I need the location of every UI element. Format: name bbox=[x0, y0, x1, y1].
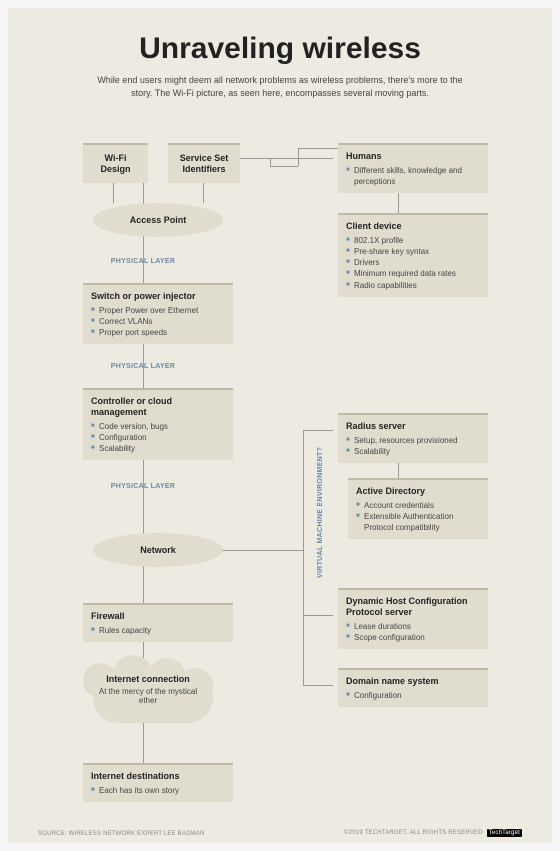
radius-box: Radius server Setup, resources provision… bbox=[338, 413, 488, 463]
controller-item: Configuration bbox=[91, 432, 225, 443]
ad-box: Active Directory Account credentials Ext… bbox=[348, 478, 488, 539]
diagram-page: Unraveling wireless While end users migh… bbox=[8, 8, 552, 843]
switch-item: Proper port speeds bbox=[91, 327, 225, 338]
wifi-design-box: Wi-Fi Design bbox=[83, 143, 148, 183]
dns-item: Configuration bbox=[346, 690, 480, 701]
connector bbox=[303, 430, 333, 431]
switch-title: Switch or power injector bbox=[91, 291, 225, 302]
internet-sub: At the mercy of the mystical ether bbox=[98, 687, 198, 706]
firewall-box: Firewall Rules capacity bbox=[83, 603, 233, 642]
dns-box: Domain name system Configuration bbox=[338, 668, 488, 707]
dhcp-item: Lease durations bbox=[346, 621, 480, 632]
ssid-title: Service Set Identifiers bbox=[178, 153, 230, 175]
vme-label: VIRTUAL MACHINE ENVIRONMENT? bbox=[317, 447, 324, 578]
page-title: Unraveling wireless bbox=[8, 8, 552, 66]
humans-item: Different skills, knowledge and percepti… bbox=[346, 165, 480, 187]
firewall-item: Rules capacity bbox=[91, 625, 225, 636]
dhcp-title: Dynamic Host Configuration Protocol serv… bbox=[346, 596, 480, 618]
controller-item: Code version, bugs bbox=[91, 421, 225, 432]
connector bbox=[303, 430, 304, 685]
controller-title: Controller or cloud management bbox=[91, 396, 225, 418]
radius-item: Setup, resources provisioned bbox=[346, 435, 480, 446]
access-point-title: Access Point bbox=[130, 215, 187, 226]
ad-title: Active Directory bbox=[356, 486, 480, 497]
connector bbox=[238, 158, 333, 159]
page-subtitle: While end users might deem all network p… bbox=[8, 66, 552, 99]
radius-item: Scalability bbox=[346, 446, 480, 457]
ad-item: Account credentials bbox=[356, 500, 480, 511]
client-item: Minimum required data rates bbox=[346, 268, 480, 279]
network-ellipse: Network bbox=[93, 533, 223, 567]
dhcp-item: Scope configuration bbox=[346, 632, 480, 643]
ad-item: Extensible Authentication Protocol compa… bbox=[356, 511, 480, 533]
connector bbox=[303, 685, 333, 686]
client-item: Drivers bbox=[346, 257, 480, 268]
humans-box: Humans Different skills, knowledge and p… bbox=[338, 143, 488, 193]
destinations-box: Internet destinations Each has its own s… bbox=[83, 763, 233, 802]
source-text: SOURCE: WIRELESS NETWORK EXPERT LEE BADM… bbox=[38, 831, 205, 837]
switch-item: Correct VLANs bbox=[91, 316, 225, 327]
dns-title: Domain name system bbox=[346, 676, 480, 687]
network-title: Network bbox=[140, 545, 176, 556]
connector bbox=[298, 148, 299, 166]
copyright-text: ©2019 TECHTARGET. ALL RIGHTS RESERVED Te… bbox=[344, 829, 522, 837]
connector bbox=[270, 158, 271, 166]
client-item: Radio capabilities bbox=[346, 280, 480, 291]
client-item: Pre-share key syntax bbox=[346, 246, 480, 257]
connector bbox=[298, 148, 338, 149]
firewall-title: Firewall bbox=[91, 611, 225, 622]
destinations-item: Each has its own story bbox=[91, 785, 225, 796]
physical-layer-label: PHYSICAL LAYER bbox=[93, 483, 193, 490]
client-box: Client device 802.1X profile Pre-share k… bbox=[338, 213, 488, 297]
humans-title: Humans bbox=[346, 151, 480, 162]
switch-item: Proper Power over Ethernet bbox=[91, 305, 225, 316]
internet-content: Internet connection At the mercy of the … bbox=[98, 674, 198, 706]
controller-item: Scalability bbox=[91, 443, 225, 454]
controller-box: Controller or cloud management Code vers… bbox=[83, 388, 233, 460]
connector bbox=[303, 615, 333, 616]
radius-title: Radius server bbox=[346, 421, 480, 432]
client-title: Client device bbox=[346, 221, 480, 232]
access-point-ellipse: Access Point bbox=[93, 203, 223, 237]
physical-layer-label: PHYSICAL LAYER bbox=[93, 363, 193, 370]
techtarget-logo: TechTarget bbox=[487, 829, 522, 837]
internet-title: Internet connection bbox=[98, 674, 198, 685]
wifi-design-title: Wi-Fi Design bbox=[93, 153, 138, 175]
ssid-box: Service Set Identifiers bbox=[168, 143, 240, 183]
destinations-title: Internet destinations bbox=[91, 771, 225, 782]
physical-layer-label: PHYSICAL LAYER bbox=[93, 258, 193, 265]
dhcp-box: Dynamic Host Configuration Protocol serv… bbox=[338, 588, 488, 649]
switch-box: Switch or power injector Proper Power ov… bbox=[83, 283, 233, 344]
client-item: 802.1X profile bbox=[346, 235, 480, 246]
connector bbox=[270, 166, 298, 167]
